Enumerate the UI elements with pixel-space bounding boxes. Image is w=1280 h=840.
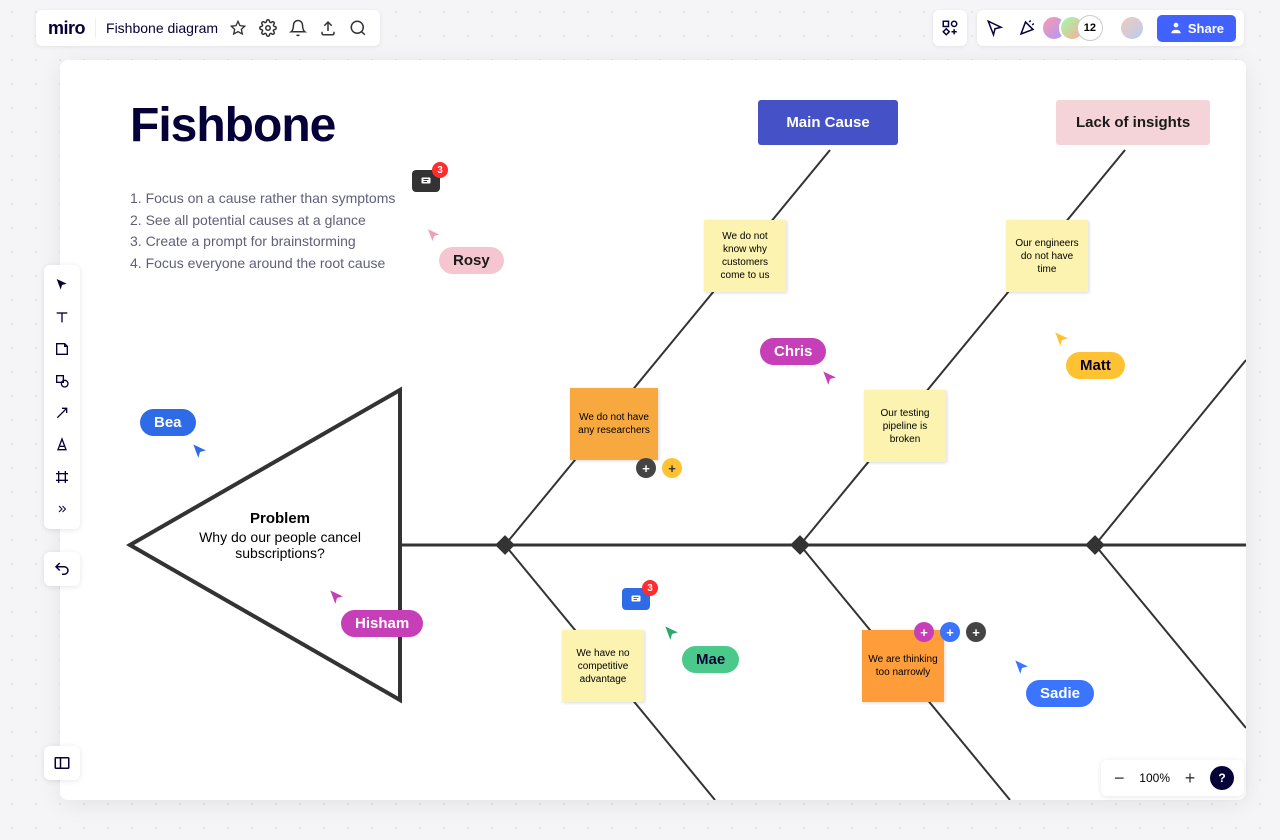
- note-line: 1. Focus on a cause rather than symptoms: [130, 188, 395, 210]
- collaborator-avatars[interactable]: 12: [1049, 15, 1103, 41]
- cursor-label: Rosy: [439, 247, 504, 274]
- undo-button[interactable]: [44, 552, 80, 586]
- problem-text: Why do our people cancel subscriptions?: [180, 529, 380, 561]
- export-icon[interactable]: [318, 18, 338, 38]
- cursor-label: Matt: [1066, 352, 1125, 379]
- top-right: 12 Share: [933, 10, 1244, 46]
- zoom-in-button[interactable]: +: [1182, 768, 1198, 789]
- celebrate-icon[interactable]: [1017, 18, 1037, 38]
- sticky-note[interactable]: We do not know why customers come to us: [704, 220, 786, 292]
- add-icon[interactable]: +: [914, 622, 934, 642]
- cursor-rosy: Rosy: [425, 227, 504, 274]
- cursor-mae: Mae: [662, 624, 739, 673]
- text-tool[interactable]: [48, 303, 76, 331]
- cursor-chris: Chris: [760, 338, 840, 389]
- cursor-tool-icon[interactable]: [985, 18, 1005, 38]
- sticky-tool[interactable]: [48, 335, 76, 363]
- board-name[interactable]: Fishbone diagram: [106, 20, 218, 36]
- search-icon[interactable]: [348, 18, 368, 38]
- settings-icon[interactable]: [258, 18, 278, 38]
- cause-main[interactable]: Main Cause: [758, 100, 898, 145]
- add-icon[interactable]: +: [636, 458, 656, 478]
- bell-icon[interactable]: [288, 18, 308, 38]
- cursor-bea: Bea: [140, 409, 210, 462]
- add-icon[interactable]: +: [940, 622, 960, 642]
- note-line: 2. See all potential causes at a glance: [130, 210, 395, 232]
- sticky-note[interactable]: We have no competitive advantage: [562, 630, 644, 702]
- shape-tool[interactable]: [48, 367, 76, 395]
- pen-tool[interactable]: [48, 431, 76, 459]
- cursor-label: Mae: [682, 646, 739, 673]
- problem-heading: Problem: [180, 510, 380, 527]
- cursor-label: Bea: [140, 409, 196, 436]
- sticky-note[interactable]: Our testing pipeline is broken: [864, 390, 946, 462]
- panel-toggle[interactable]: [44, 746, 80, 780]
- comment-indicator[interactable]: 3: [622, 588, 650, 610]
- top-bar: miro Fishbone diagram: [36, 10, 380, 46]
- cursor-sadie: Sadie: [1012, 658, 1094, 707]
- sticky-note[interactable]: We are thinking too narrowly: [862, 630, 944, 702]
- star-icon[interactable]: [228, 18, 248, 38]
- more-tools[interactable]: [48, 495, 76, 523]
- note-line: 3. Create a prompt for brainstorming: [130, 231, 395, 253]
- zoom-controls: − 100% + ?: [1101, 760, 1244, 796]
- side-toolbar: [44, 265, 80, 529]
- help-button[interactable]: ?: [1210, 766, 1234, 790]
- share-label: Share: [1188, 21, 1224, 36]
- cause-insights[interactable]: Lack of insights: [1056, 100, 1210, 145]
- frame-tool[interactable]: [48, 463, 76, 491]
- share-button[interactable]: Share: [1157, 15, 1236, 42]
- select-tool[interactable]: [48, 271, 76, 299]
- cursor-label: Sadie: [1026, 680, 1094, 707]
- problem-block[interactable]: Problem Why do our people cancel subscri…: [180, 510, 380, 561]
- sticky-note[interactable]: Our engineers do not have time: [1006, 220, 1088, 292]
- divider: [95, 18, 96, 38]
- avatar-overflow-count[interactable]: 12: [1077, 15, 1103, 41]
- cursor-label: Chris: [760, 338, 826, 365]
- diagram-notes: 1. Focus on a cause rather than symptoms…: [130, 188, 395, 275]
- canvas[interactable]: Fishbone 1. Focus on a cause rather than…: [60, 60, 1246, 800]
- apps-button[interactable]: [933, 10, 967, 46]
- cursor-hisham: Hisham: [327, 588, 423, 637]
- add-icon[interactable]: +: [966, 622, 986, 642]
- comment-badge: 3: [432, 162, 448, 178]
- add-icon[interactable]: +: [662, 458, 682, 478]
- arrow-tool[interactable]: [48, 399, 76, 427]
- current-user-avatar[interactable]: [1119, 15, 1145, 41]
- logo: miro: [48, 18, 85, 39]
- diagram-title: Fishbone: [130, 98, 335, 153]
- cursor-label: Hisham: [341, 610, 423, 637]
- sticky-note[interactable]: We do not have any researchers: [570, 388, 658, 460]
- comment-indicator[interactable]: 3: [412, 170, 440, 192]
- zoom-value: 100%: [1139, 771, 1170, 785]
- cursor-matt: Matt: [1052, 330, 1125, 379]
- note-line: 4. Focus everyone around the root cause: [130, 253, 395, 275]
- zoom-out-button[interactable]: −: [1111, 768, 1127, 789]
- comment-badge: 3: [642, 580, 658, 596]
